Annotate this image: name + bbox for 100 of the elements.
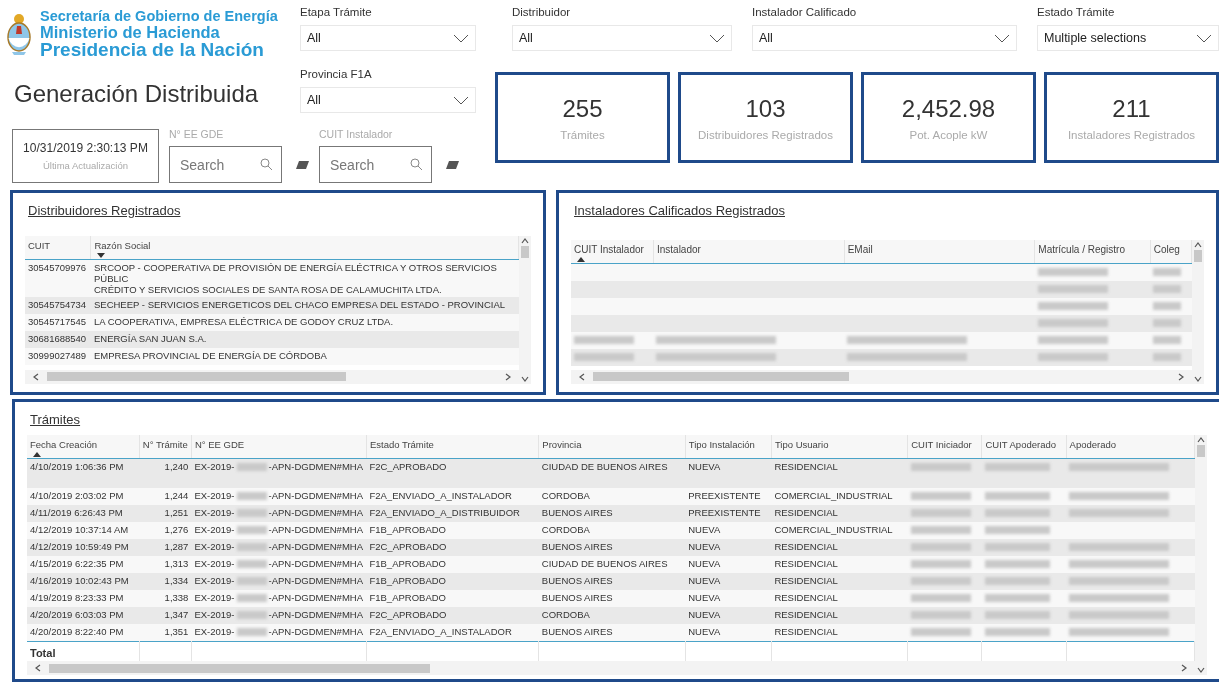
table-cell: EX-2019-: [194, 626, 235, 637]
eraser-icon[interactable]: [296, 160, 309, 169]
table-cell: EX-2019-: [194, 460, 235, 472]
table-cell: BUENOS AIRES: [538, 624, 686, 641]
filter-dropdown[interactable]: All: [300, 87, 476, 113]
scroll-left-icon[interactable]: [577, 371, 587, 382]
column-header[interactable]: EMail: [844, 240, 1035, 264]
column-header[interactable]: CUIT Instalador: [571, 240, 654, 264]
scroll-right-icon[interactable]: [1176, 371, 1186, 382]
table-cell: NUEVA: [685, 556, 772, 573]
table-cell: 4/16/2019 10:02:43 PM: [27, 573, 140, 590]
scroll-down-icon[interactable]: [1196, 665, 1206, 675]
search-field[interactable]: Search: [169, 146, 282, 183]
scroll-left-icon[interactable]: [33, 663, 43, 673]
redacted-text: [236, 611, 267, 620]
redacted-text: [1037, 352, 1108, 361]
vertical-scrollbar[interactable]: [519, 236, 531, 384]
scroll-up-icon[interactable]: [520, 236, 530, 246]
filter-dropdown[interactable]: All: [512, 25, 732, 51]
redacted-text: [910, 560, 971, 569]
table-cell: SRCOOP - COOPERATIVA DE PROVISIÓN DE ENERGÍA ELÉCTRICA Y OTROS SERVICIOS PÚBLIC CRÉDITO Y SERVICIOS SOCIALES DE SANTA ROSA DE CALAMUCHITA LTDA.: [90, 259, 519, 297]
table-cell: 1,347: [139, 607, 192, 624]
kpi-label: Pot. Acople kW: [909, 128, 988, 141]
redacted-text: [1037, 335, 1108, 344]
table-cell: RESIDENCIAL: [771, 607, 908, 624]
panel-title: Instaladores Calificados Registrados: [574, 203, 785, 218]
scroll-right-icon[interactable]: [503, 371, 513, 382]
scroll-up-icon[interactable]: [1193, 240, 1203, 250]
table-cell: RESIDENCIAL: [771, 624, 908, 641]
eraser-icon[interactable]: [446, 160, 459, 169]
scrollbar-thumb[interactable]: [1197, 444, 1205, 457]
scrollbar-thumb[interactable]: [49, 663, 431, 673]
table-cell: EX-2019-: [194, 592, 235, 603]
table-cell: NUEVA: [685, 539, 772, 556]
logo-text: Ministerio de Hacienda: [40, 23, 221, 40]
column-header[interactable]: Coleg: [1150, 240, 1192, 264]
table-cell: 30999027489: [25, 348, 91, 365]
filter-dropdown[interactable]: Multiple selections: [1037, 25, 1219, 51]
redacted-text: [910, 526, 971, 535]
scrollbar-thumb[interactable]: [521, 246, 529, 258]
column-header[interactable]: Fecha Creación: [27, 434, 140, 458]
column-header[interactable]: Tipo Usuario: [771, 434, 908, 458]
column-header[interactable]: Tipo Instalación: [685, 434, 772, 458]
column-header[interactable]: N° Trámite: [139, 434, 192, 458]
redacted-text: [984, 594, 1050, 603]
redacted-text: [1153, 284, 1182, 293]
redacted-text: [1153, 268, 1182, 277]
horizontal-scrollbar[interactable]: [571, 369, 1192, 384]
table-cell: F1B_APROBADO: [366, 522, 539, 539]
search-field[interactable]: Search: [319, 146, 432, 183]
table-cell: CIUDAD DE BUENOS AIRES: [538, 556, 686, 573]
column-header[interactable]: Apoderado: [1066, 434, 1195, 458]
filter-dropdown[interactable]: All: [300, 25, 476, 51]
scrollbar-thumb[interactable]: [1194, 250, 1202, 262]
column-header[interactable]: Instalador: [653, 240, 845, 264]
redacted-text: [984, 628, 1050, 637]
table-cell: COMERCIAL_INDUSTRIAL: [771, 522, 908, 539]
filter-dropdown[interactable]: All: [752, 25, 1017, 51]
table-cell: NUEVA: [685, 573, 772, 590]
horizontal-scrollbar[interactable]: [27, 661, 1195, 675]
table-cell: F2C_APROBADO: [366, 607, 539, 624]
column-header[interactable]: CUIT Iniciador: [907, 434, 982, 458]
vertical-scrollbar[interactable]: [1195, 434, 1207, 675]
table-cell: F2A_ENVIADO_A_DISTRIBUIDOR: [366, 505, 539, 522]
table-cell: RESIDENCIAL: [771, 556, 908, 573]
column-header[interactable]: N° EE GDE: [191, 434, 367, 458]
table-cell: -APN-DGDMEN#MHA: [268, 460, 363, 472]
column-header[interactable]: Provincia: [538, 434, 686, 458]
column-header[interactable]: Matrícula / Registro: [1034, 240, 1151, 264]
redacted-text: [984, 543, 1050, 552]
redacted-text: [1037, 268, 1108, 277]
table-cell: PREEXISTENTE: [685, 505, 772, 522]
scrollbar-thumb[interactable]: [593, 372, 849, 381]
redacted-text: [574, 352, 634, 361]
table-cell: -APN-DGDMEN#MHA: [268, 592, 363, 603]
redacted-text: [574, 335, 634, 344]
last-update-caption: Última Actualización: [43, 160, 128, 171]
scroll-right-icon[interactable]: [1179, 663, 1189, 673]
redacted-text: [910, 577, 971, 586]
table-cell: -APN-DGDMEN#MHA: [268, 490, 363, 501]
table-cell: F1B_APROBADO: [366, 590, 539, 607]
horizontal-scrollbar[interactable]: [25, 369, 519, 384]
table-cell: BUENOS AIRES: [538, 590, 686, 607]
kpi-label: Trámites: [560, 128, 605, 141]
table-cell: F1B_APROBADO: [366, 556, 539, 573]
column-header[interactable]: Razón Social: [90, 236, 519, 260]
scrollbar-thumb[interactable]: [47, 372, 346, 381]
redacted-text: [910, 594, 971, 603]
table-cell: EX-2019-: [194, 507, 235, 518]
table-cell: 1,240: [139, 458, 192, 488]
column-header[interactable]: CUIT Apoderado: [981, 434, 1067, 458]
column-header[interactable]: CUIT: [25, 236, 91, 260]
vertical-scrollbar[interactable]: [1192, 240, 1204, 384]
redacted-text: [236, 463, 267, 471]
panel-title: Trámites: [30, 411, 81, 427]
scroll-left-icon[interactable]: [31, 371, 41, 382]
chevron-down-icon: [709, 33, 725, 43]
table-cell: 4/20/2019 6:03:03 PM: [27, 607, 140, 624]
column-header[interactable]: Estado Trámite: [366, 434, 539, 458]
table-cell: 1,244: [139, 488, 192, 505]
